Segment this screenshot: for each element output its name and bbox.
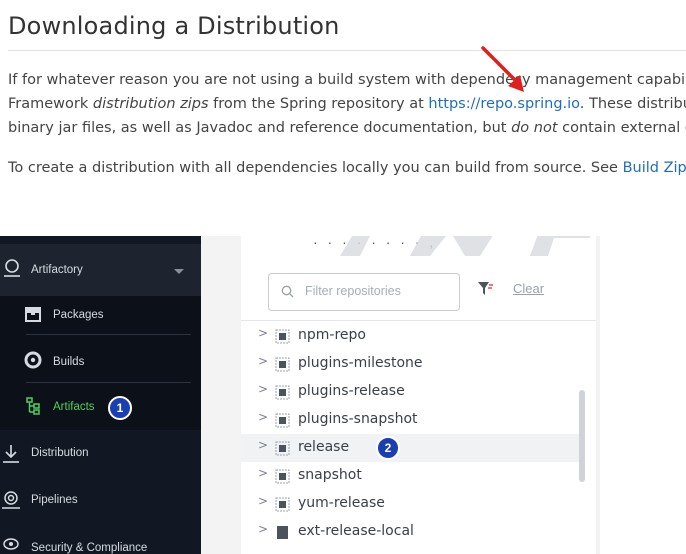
sidebar-item-label: Builds [53, 356, 85, 368]
paragraph-line-3: binary jar files, as well as Javadoc and… [8, 120, 686, 136]
distribution-icon [3, 445, 19, 463]
artifacts-icon [26, 397, 40, 415]
repository-panel: · · · · · · · · , Clear > [201, 236, 600, 554]
chevron-down-icon[interactable] [173, 268, 185, 276]
emphasis-text: distribution zips [92, 96, 209, 112]
paragraph-text: contain external de [562, 120, 686, 136]
tree-row-label: npm-repo [298, 327, 366, 343]
paragraph-text: . These distribut [579, 96, 686, 112]
local-repo-icon [277, 526, 288, 539]
tree-row-plugins-release[interactable]: > plugins-release [241, 378, 581, 406]
sidebar-item-label: Distribution [31, 447, 89, 459]
red-arrow-annotation [481, 46, 524, 92]
tree-row-label: snapshot [298, 467, 362, 483]
virtual-repo-icon [275, 385, 290, 400]
build-zip-link[interactable]: Build Zip w [623, 160, 686, 176]
tree-row-label: plugins-release [298, 383, 405, 399]
paragraph-line-1: If for whatever reason you are not using… [8, 72, 686, 88]
sidebar-item-label: Packages [53, 309, 104, 321]
paragraph-text: binary jar files, as well as Javadoc and… [8, 120, 512, 136]
clear-filter-link[interactable]: Clear [513, 281, 544, 296]
sidebar-item-label: Security & Compliance [31, 542, 148, 554]
paragraph-line-2: Framework distribution zips from the Spr… [8, 96, 686, 112]
tree-row-ext-release-local[interactable]: > ext-release-local [241, 518, 581, 546]
paragraph-line-4: To create a distribution with all depend… [8, 160, 686, 176]
sidebar-item-security[interactable]: Security & Compliance [0, 528, 201, 554]
paragraph-text: Framework [8, 96, 93, 112]
virtual-repo-icon [275, 441, 290, 456]
chevron-right-icon[interactable]: > [258, 494, 268, 508]
documentation-section: Downloading a Distribution If for whatev… [0, 0, 686, 230]
tree-divider [241, 320, 596, 321]
sidebar-item-artifactory[interactable]: Artifactory [0, 244, 201, 296]
virtual-repo-icon [275, 357, 290, 372]
sidebar-item-packages[interactable]: Packages [0, 296, 201, 342]
repo-spring-link[interactable]: https://repo.spring.io [428, 96, 579, 112]
funnel-icon[interactable] [477, 280, 495, 298]
sidebar-item-pipelines[interactable]: Pipelines [0, 481, 201, 525]
virtual-repo-icon [275, 413, 290, 428]
frog-icon [4, 259, 20, 277]
eye-icon [3, 538, 19, 550]
chevron-right-icon[interactable]: > [258, 466, 268, 480]
virtual-repo-icon [275, 497, 290, 512]
repository-tree-area: · · · · · · · · , Clear > [241, 236, 596, 554]
tree-row-plugins-snapshot[interactable]: > plugins-snapshot [241, 406, 581, 434]
step-badge-1: 1 [108, 396, 132, 420]
packages-icon [25, 307, 41, 322]
sidebar-item-label: Artifacts [53, 401, 95, 413]
sidebar-item-label: Pipelines [31, 494, 78, 506]
sidebar-divider [26, 382, 191, 383]
filter-repositories-input[interactable] [303, 283, 455, 299]
tree-row-plugins-milestone[interactable]: > plugins-milestone [241, 350, 581, 378]
tree-row-label: ext-release-local [298, 523, 414, 539]
sidebar-item-distribution[interactable]: Distribution [0, 434, 201, 478]
virtual-repo-icon [275, 329, 290, 344]
watermark-shape [340, 236, 590, 256]
sidebar-item-artifacts[interactable]: Artifacts 1 [0, 388, 201, 430]
tree-row-label: release [298, 439, 350, 455]
tree-row-snapshot[interactable]: > snapshot [241, 462, 581, 490]
sidebar: Artifactory Packages Builds Artifacts 1 … [0, 236, 201, 554]
chevron-right-icon[interactable]: > [258, 382, 268, 396]
chevron-right-icon[interactable]: > [258, 354, 268, 368]
artifactory-screenshot: Artifactory Packages Builds Artifacts 1 … [0, 236, 600, 554]
paragraph-text: To create a distribution with all depend… [8, 160, 623, 176]
step-badge-2: 2 [376, 436, 400, 460]
tree-row-yum-release[interactable]: > yum-release [241, 490, 581, 518]
tree-scrollbar[interactable] [579, 390, 585, 482]
title-divider [8, 50, 686, 51]
tree-row-label: plugins-milestone [298, 355, 423, 371]
filter-box[interactable] [268, 273, 460, 311]
chevron-right-icon[interactable]: > [258, 326, 268, 340]
paragraph-text: If for whatever reason you are not using… [8, 72, 686, 88]
sidebar-item-label: Artifactory [31, 264, 83, 276]
paragraph-text: from the Spring repository at [208, 96, 429, 112]
search-icon [281, 285, 294, 298]
sidebar-divider [26, 334, 191, 335]
virtual-repo-icon [275, 469, 290, 484]
page-title: Downloading a Distribution [8, 12, 340, 40]
emphasis-text: do not [511, 120, 558, 136]
pipelines-icon [2, 491, 20, 509]
tree-row-label: plugins-snapshot [298, 411, 418, 427]
chevron-right-icon[interactable]: > [258, 410, 268, 424]
builds-icon [24, 351, 42, 369]
chevron-right-icon[interactable]: > [258, 522, 268, 536]
tree-row-release[interactable]: > release 2 [241, 434, 581, 462]
tree-row-label: yum-release [298, 495, 385, 511]
chevron-right-icon[interactable]: > [258, 438, 268, 452]
tree-row-npm-repo[interactable]: > npm-repo [241, 322, 581, 350]
